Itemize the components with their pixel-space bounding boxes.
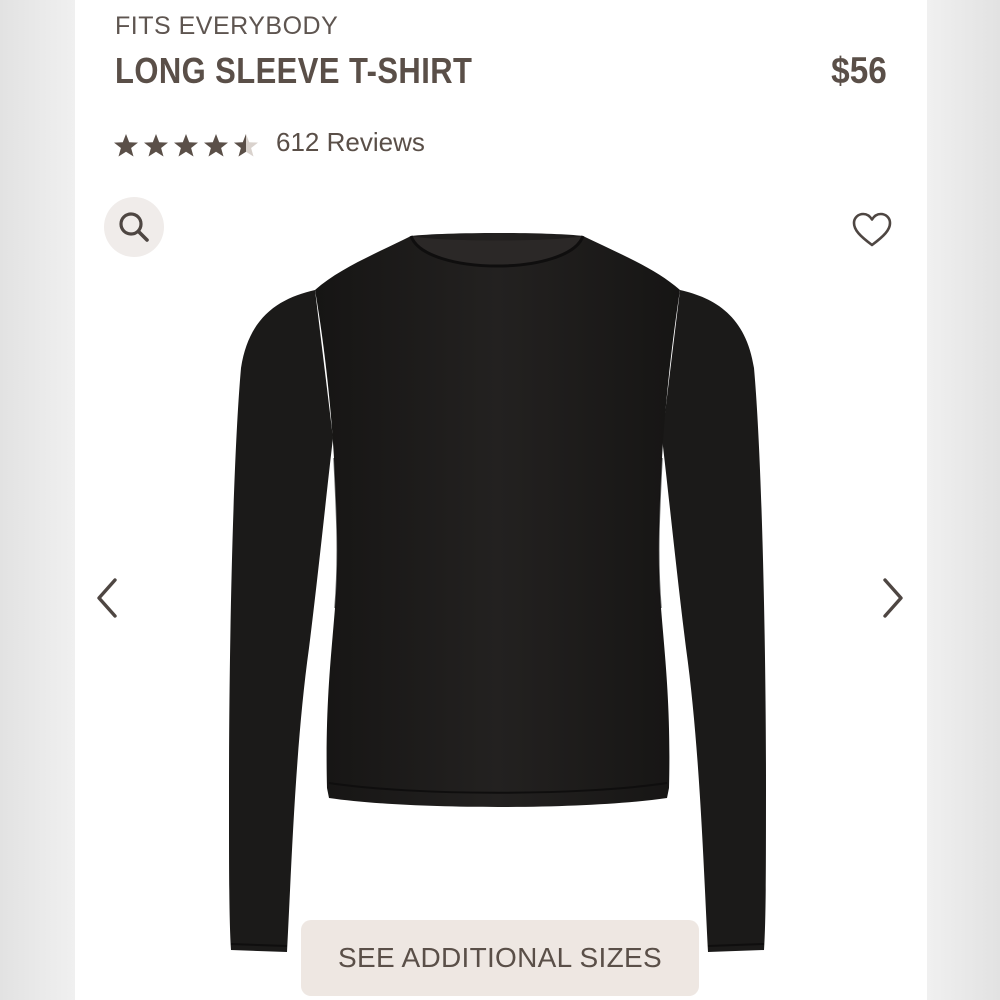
- wishlist-button[interactable]: [850, 208, 894, 252]
- chevron-right-icon: [883, 578, 903, 618]
- product-image: [229, 233, 766, 952]
- rating-stars: [114, 134, 258, 157]
- search-icon: [119, 212, 149, 242]
- half-star-icon: [234, 134, 258, 157]
- next-image-button[interactable]: [873, 570, 913, 626]
- product-card: FITS EVERYBODY LONG SLEEVE T-SHIRT $56 6…: [75, 0, 927, 1000]
- heart-outline-icon: [852, 212, 892, 247]
- star-icon: [144, 134, 168, 157]
- product-price: $56: [831, 50, 887, 91]
- star-icon: [204, 134, 228, 157]
- product-title: LONG SLEEVE T-SHIRT: [115, 50, 473, 91]
- left-backdrop: [0, 0, 75, 1000]
- zoom-search-button[interactable]: [104, 197, 164, 257]
- see-additional-sizes-button[interactable]: SEE ADDITIONAL SIZES: [301, 920, 699, 996]
- star-icon: [114, 134, 138, 157]
- right-backdrop: [927, 0, 1000, 1000]
- star-rating: [113, 124, 263, 164]
- chevron-left-icon: [97, 578, 117, 618]
- reviews-link[interactable]: 612 Reviews: [276, 127, 425, 158]
- collection-label: FITS EVERYBODY: [115, 12, 339, 40]
- star-icon: [174, 134, 198, 157]
- previous-image-button[interactable]: [87, 570, 127, 626]
